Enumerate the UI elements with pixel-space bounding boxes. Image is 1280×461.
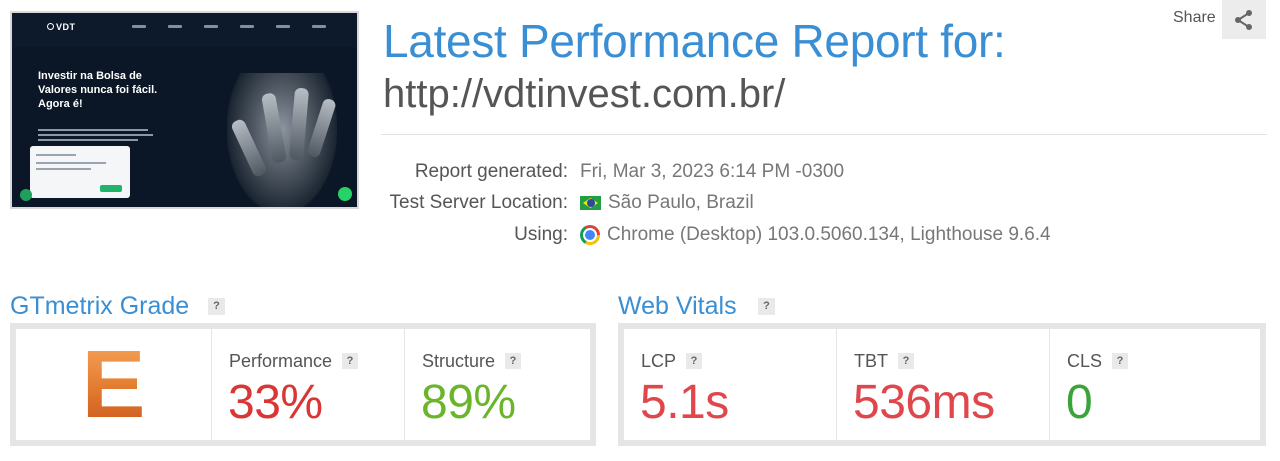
thumbnail-subtext (38, 129, 158, 144)
thumbnail-cookie-popup (30, 146, 130, 198)
chrome-icon (580, 225, 600, 245)
test-server-location-row: Test Server Location: São Paulo, Brazil (380, 191, 754, 215)
thumbnail-hero-text: Investir na Bolsa de Valores nunca foi f… (38, 70, 158, 110)
cls-value: 0 (1066, 376, 1093, 429)
lcp-value: 5.1s (640, 376, 729, 429)
cls-cell: CLS? 0 (1050, 329, 1260, 440)
test-server-location-label: Test Server Location: (389, 192, 568, 213)
report-url[interactable]: http://vdtinvest.com.br/ (383, 72, 785, 117)
web-vitals-help-icon[interactable]: ? (758, 298, 775, 315)
tbt-label-wrap: TBT? (854, 351, 914, 372)
lcp-label-wrap: LCP? (641, 351, 703, 372)
cls-help-icon[interactable]: ? (1112, 353, 1129, 369)
tbt-value: 536ms (853, 376, 995, 429)
report-generated-row: Report generated: Fri, Mar 3, 2023 6:14 … (380, 160, 844, 184)
gtmetrix-grade-panel: E Performance? 33% Structure? 89% (10, 323, 596, 446)
using-value: Chrome (Desktop) 103.0.5060.134, Lightho… (607, 224, 1051, 245)
thumbnail-chat-icon (20, 189, 32, 201)
header-divider (381, 134, 1267, 135)
structure-help-icon[interactable]: ? (505, 353, 522, 369)
cls-label: CLS (1067, 351, 1103, 371)
grade-cell: E (16, 329, 212, 440)
using-label: Using: (514, 224, 568, 245)
structure-label-wrap: Structure? (422, 351, 522, 372)
lcp-cell: LCP? 5.1s (624, 329, 837, 440)
thumbnail-navbar: VDT (12, 13, 357, 47)
structure-cell: Structure? 89% (405, 329, 590, 440)
page-title: Latest Performance Report for: (383, 15, 1006, 67)
share-label[interactable]: Share (1173, 9, 1216, 27)
gtmetrix-grade-letter: E (81, 330, 146, 438)
thumbnail-whatsapp-icon (338, 187, 352, 201)
site-screenshot-thumbnail[interactable]: VDT Investir na Bolsa de Valores nunca f… (10, 11, 359, 209)
test-server-location-value: São Paulo, Brazil (608, 192, 754, 213)
thumbnail-logo-icon (47, 23, 54, 30)
tbt-cell: TBT? 536ms (837, 329, 1050, 440)
web-vitals-panel: LCP? 5.1s TBT? 536ms CLS? 0 (618, 323, 1266, 446)
web-vitals-title: Web Vitals (618, 292, 737, 320)
gtmetrix-grade-help-icon[interactable]: ? (208, 298, 225, 315)
gtmetrix-grade-title: GTmetrix Grade (10, 292, 190, 320)
lcp-label: LCP (641, 351, 677, 371)
performance-value: 33% (228, 376, 323, 429)
thumbnail-logo: VDT (56, 22, 76, 32)
report-generated-value: Fri, Mar 3, 2023 6:14 PM -0300 (580, 161, 845, 182)
report-generated-label: Report generated: (414, 161, 568, 182)
tbt-label: TBT (854, 351, 888, 371)
performance-label: Performance (229, 351, 333, 371)
performance-label-wrap: Performance? (229, 351, 359, 372)
share-icon (1235, 9, 1252, 30)
using-row: Using: Chrome (Desktop) 103.0.5060.134, … (380, 223, 1051, 247)
structure-label: Structure (422, 351, 496, 371)
share-button[interactable] (1222, 0, 1266, 39)
performance-cell: Performance? 33% (212, 329, 405, 440)
performance-help-icon[interactable]: ? (342, 353, 359, 369)
tbt-help-icon[interactable]: ? (898, 353, 914, 369)
structure-value: 89% (421, 376, 516, 429)
lcp-help-icon[interactable]: ? (686, 353, 703, 369)
brazil-flag-icon (580, 196, 601, 210)
cls-label-wrap: CLS? (1067, 351, 1129, 372)
thumbnail-nav-links (132, 25, 326, 28)
